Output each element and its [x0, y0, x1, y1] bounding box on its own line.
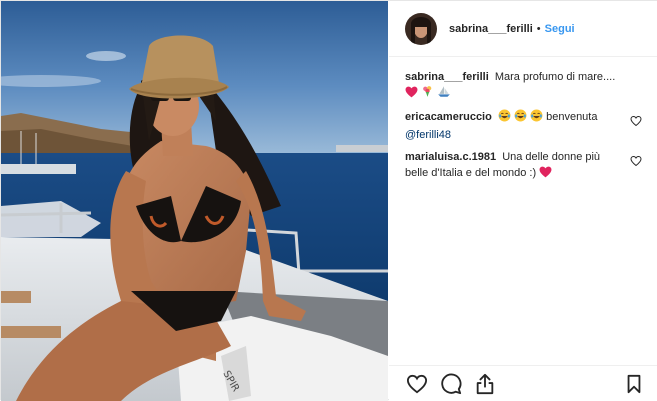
comment-item: marialuisa.c.1981 Una delle donne più be… [405, 149, 642, 183]
comment-item: ericacameruccio benvenuta @ferilli48 [405, 109, 642, 143]
mention-link[interactable]: @ferilli48 [405, 129, 451, 141]
bouquet-icon [421, 85, 434, 103]
comment-text: Mara profumo di mare.... [494, 71, 616, 83]
post-side-panel: sabrina___ferilli • Segui sabrina___feri… [389, 1, 657, 401]
action-bar [389, 365, 657, 401]
red-heart-icon [539, 166, 552, 183]
comment-username[interactable]: ericacameruccio [405, 111, 492, 123]
comment-icon[interactable] [439, 372, 463, 396]
tears-of-joy-icon [498, 109, 511, 127]
comment-username[interactable]: sabrina___ferilli [405, 71, 489, 83]
separator-dot: • [536, 22, 541, 35]
post-photo-image: SPIR [1, 1, 388, 401]
avatar[interactable] [405, 12, 437, 45]
tears-of-joy-icon [514, 109, 527, 127]
instagram-post: SPIR sabrina___ferilli • Segui sabrina__… [0, 0, 657, 401]
share-icon[interactable] [473, 372, 497, 396]
post-header: sabrina___ferilli • Segui [389, 1, 657, 57]
like-icon[interactable] [405, 372, 429, 396]
tears-of-joy-icon [530, 109, 543, 127]
caption: sabrina___ferilli Mara profumo di mare..… [405, 69, 642, 103]
author-username[interactable]: sabrina___ferilli [449, 23, 533, 35]
follow-button[interactable]: Segui [545, 23, 575, 35]
avatar-image [405, 12, 437, 45]
comments-list: sabrina___ferilli Mara profumo di mare..… [389, 57, 657, 183]
red-heart-icon [405, 86, 418, 103]
like-comment-icon[interactable] [630, 155, 642, 167]
sailboat-icon [437, 85, 451, 103]
post-photo[interactable]: SPIR [1, 1, 388, 401]
comment-text: benvenuta [546, 111, 598, 123]
comment-username[interactable]: marialuisa.c.1981 [405, 151, 496, 163]
like-comment-icon[interactable] [630, 115, 642, 127]
bookmark-icon[interactable] [622, 372, 646, 396]
